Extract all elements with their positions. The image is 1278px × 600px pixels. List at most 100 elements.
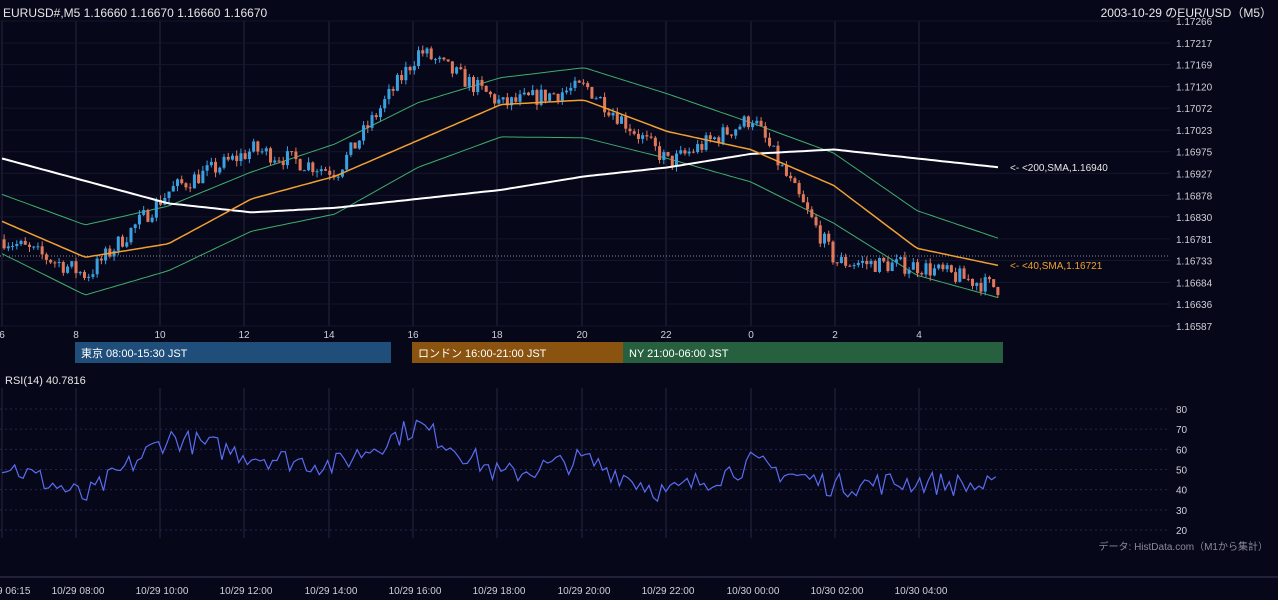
candle-body [277,160,281,162]
candle-body [958,268,962,282]
candle-body [260,151,264,153]
hour-tick-label: 18 [491,330,503,341]
rsi-tick-label: 70 [1176,425,1188,436]
date-tick-label: 10/29 20:00 [558,586,611,597]
candle-body [19,240,23,245]
date-tick-label: 10/29 10:00 [136,586,189,597]
candle-body [323,169,328,171]
candle-body [831,241,835,263]
candle-body [700,144,704,150]
candle-body [615,112,619,124]
candle-body [180,179,184,184]
candle-body [801,194,805,203]
candle-body [573,80,577,88]
candle-body [463,69,467,87]
candle-body [171,186,175,192]
candle-body [877,258,881,272]
candle-body [387,88,391,100]
date-tick-label: 10/30 04:00 [895,586,948,597]
candle-body [945,265,949,270]
candle-body [129,228,133,243]
candle-body [294,151,298,160]
candle-body [856,262,860,266]
price-tick-label: 1.17120 [1176,83,1213,94]
date-tick-label: 10/30 00:00 [727,586,780,597]
candle-body [421,50,425,54]
candle-body [214,161,218,173]
hour-tick-label: 2 [832,330,838,341]
candle-body [899,257,903,260]
candle-body [721,127,725,144]
session-label: ロンドン 16:00-21:00 JST [418,348,547,360]
candle-body [987,277,991,280]
candle-body [133,224,137,229]
candle-body [6,246,10,249]
candle-body [116,236,120,251]
candle-body [78,271,82,274]
candle-body [222,156,226,168]
candle-body [704,135,708,150]
rsi-tick-label: 40 [1176,486,1188,497]
candle-body [450,61,454,74]
candle-body [772,145,776,147]
candle-body [226,156,230,160]
candle-body [91,274,95,277]
candle-body [459,67,463,70]
candle-body [966,278,970,280]
candle-body [620,116,624,124]
candle-body [467,77,471,87]
candle-body [784,165,788,176]
candle-body [526,92,531,96]
candle-body [628,128,632,132]
candle-body [844,257,848,266]
candle-body [27,244,32,247]
candle-body [763,126,767,138]
hour-tick-label: 10 [154,330,166,341]
candle-body [949,265,953,273]
candle-body [683,150,687,154]
candle-body [429,48,433,60]
candle-body [446,59,450,62]
price-tick-label: 1.16636 [1176,300,1213,311]
candle-body [197,174,201,184]
candle-body [235,155,239,162]
candle-body [962,268,966,279]
candle-body [142,210,146,215]
candle-body [256,141,260,152]
candle-body [713,137,717,140]
candle-body [391,88,395,91]
candle-body [641,135,645,139]
candle-body [184,183,188,188]
candle-body [40,246,44,255]
candle-body [725,127,729,135]
candle-body [552,93,556,95]
candle-body [734,129,738,136]
date-tick-label: 10/29 06:15 [0,586,31,597]
chart-canvas: 東京 08:00-15:30 JST ロンドン 16:00-21:00 JST NY… [0,0,1278,600]
candle-body [146,210,150,222]
candle-body [480,79,484,86]
candle-body [679,150,683,154]
data-credit: データ: HistData.com（M1から集計） [1099,540,1268,553]
candle-body [74,261,78,274]
candle-body [810,209,814,218]
candle-body [738,126,742,130]
price-tick-label: 1.17217 [1176,39,1213,50]
hour-tick-label: 4 [916,330,922,341]
candle-body [247,151,251,159]
candle-body [827,233,831,242]
price-tick-label: 1.16975 [1176,148,1213,159]
candle-body [835,262,839,264]
candle-body [230,155,234,160]
session-bar: 東京 08:00-15:30 JST ロンドン 16:00-21:00 JST NY… [75,342,1003,363]
candle-body [87,276,91,278]
candle-body [264,148,268,152]
candle-body [137,214,141,225]
candle-body [400,75,404,81]
candle-body [780,165,784,167]
candle-body [154,200,158,218]
candle-body [852,265,856,267]
candle-body [252,141,256,152]
candle-body [95,258,99,275]
candle-body [36,246,40,248]
